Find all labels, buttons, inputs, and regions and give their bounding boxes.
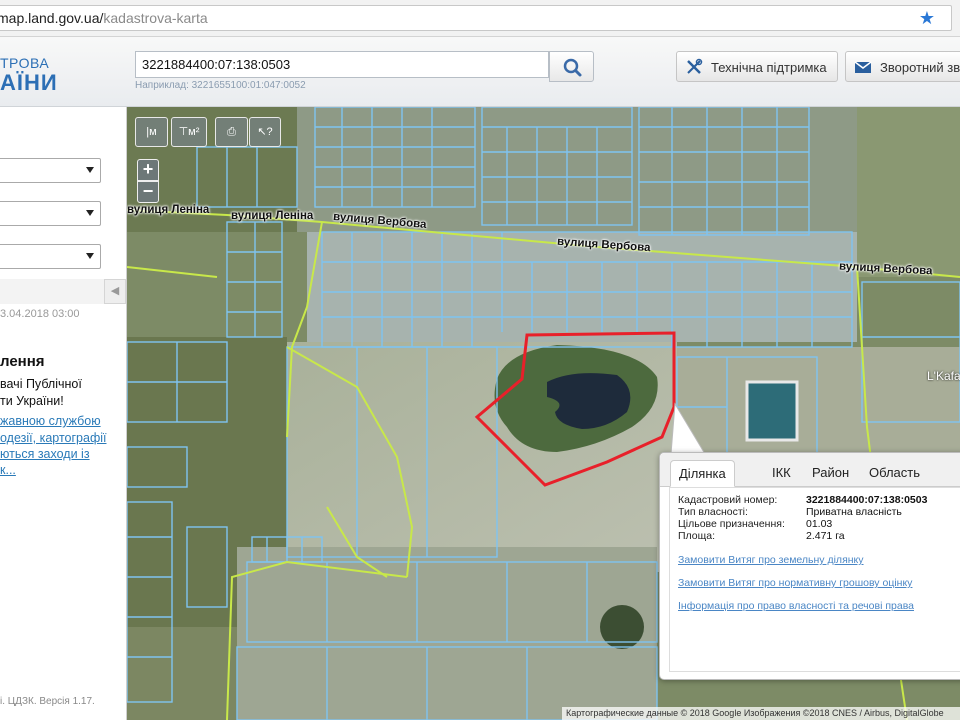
logo-text-top: ТРОВА xyxy=(0,55,50,71)
ownership-type-label: Тип власності: xyxy=(678,506,748,518)
print-button[interactable]: ⎙ xyxy=(215,117,248,147)
measure-area-button[interactable]: ⊤м² xyxy=(171,117,207,147)
url-domain: map.land.gov.ua/ xyxy=(0,10,104,26)
order-parcel-extract-link[interactable]: Замовити Витяг про земельну ділянку xyxy=(678,554,864,566)
feedback-button[interactable]: Зворотний зв' xyxy=(845,51,960,82)
purpose-label: Цільове призначення: xyxy=(678,518,785,530)
cadastral-number-value: 3221884400:07:138:0503 xyxy=(806,494,928,506)
notice-link[interactable]: жавною службою xyxy=(0,414,101,428)
logo-text-bottom: АЇНИ xyxy=(0,70,58,95)
search-example-hint: Наприклад: 3221655100:01:047:0052 xyxy=(135,80,306,91)
data-updated-date: 3.04.2018 03:00 xyxy=(0,308,80,320)
envelope-icon xyxy=(854,61,872,73)
site-header: ТРОВА АЇНИ 3221884400:07:138:0503 Наприк… xyxy=(0,37,960,107)
cursor-question-icon: ↖? xyxy=(257,126,273,138)
street-label: вулиця Леніна xyxy=(127,204,210,216)
notice-link[interactable]: одезії, картографії xyxy=(0,431,106,445)
tab-district[interactable]: Район xyxy=(804,460,857,487)
tech-support-label: Технічна підтримка xyxy=(711,60,827,75)
panel-toolbar-strip xyxy=(0,279,104,304)
notice-text-line: вачі Публічної xyxy=(0,377,82,391)
area-label: Площа: xyxy=(678,530,716,542)
search-button[interactable] xyxy=(549,51,594,82)
printer-icon: ⎙ xyxy=(227,126,236,138)
chevron-down-icon xyxy=(86,253,94,259)
measure-distance-button[interactable]: |м xyxy=(135,117,168,147)
chevron-down-icon xyxy=(86,210,94,216)
zoom-in-button[interactable]: + xyxy=(137,159,159,181)
chevron-down-icon xyxy=(86,167,94,173)
tab-region[interactable]: Область xyxy=(861,460,928,487)
browser-toolbar: map.land.gov.ua/kadastrova-karta ★ xyxy=(0,0,960,37)
notice-title: лення xyxy=(0,353,45,370)
ownership-type-value: Приватна власність xyxy=(806,506,902,518)
left-sidebar: ◀ 3.04.2018 03:00 лення вачі Публічної т… xyxy=(0,107,127,720)
address-bar[interactable]: map.land.gov.ua/kadastrova-karta ★ xyxy=(0,5,952,31)
tab-parcel[interactable]: Ділянка xyxy=(670,460,735,487)
street-label: вулиця Леніна xyxy=(231,210,314,222)
url-path: kadastrova-karta xyxy=(103,10,208,26)
popup-pointer xyxy=(670,402,706,455)
map-toolbar: |м ⊤м² ⎙ ↖? xyxy=(135,117,281,149)
area-icon: ⊤ xyxy=(178,126,189,138)
layer-select-3[interactable] xyxy=(0,244,101,269)
popup-content: Кадастровий номер: 3221884400:07:138:050… xyxy=(669,487,960,672)
purpose-value: 01.03 xyxy=(806,518,833,530)
order-valuation-extract-link[interactable]: Замовити Витяг про нормативну грошову оц… xyxy=(678,577,912,589)
ownership-info-link[interactable]: Інформація про право власності та речові… xyxy=(678,600,914,612)
cadastral-search-input[interactable]: 3221884400:07:138:0503 xyxy=(135,51,549,78)
tech-support-button[interactable]: Технічна підтримка xyxy=(676,51,838,82)
info-cursor-button[interactable]: ↖? xyxy=(249,117,281,147)
bookmark-star-icon[interactable]: ★ xyxy=(919,9,935,27)
map-attribution: Картографические данные © 2018 Google Из… xyxy=(562,707,960,720)
place-label: L'Kafa xyxy=(927,369,960,383)
zoom-out-button[interactable]: − xyxy=(137,181,159,203)
notice-link[interactable]: к... xyxy=(0,463,16,477)
footer-version: і. ЦДЗК. Версія 1.17. xyxy=(0,696,95,707)
notice-link[interactable]: ються заходи із xyxy=(0,447,90,461)
chevron-left-icon: ◀ xyxy=(110,285,120,297)
cadastral-map[interactable]: |м ⊤м² ⎙ ↖? + − вулиця Леніна вулиця Лен… xyxy=(127,107,960,720)
layer-select-2[interactable] xyxy=(0,201,101,226)
parcel-info-popup: Ділянка ІКК Район Область Кадастровий но… xyxy=(659,452,960,680)
notice-text-line: ти України! xyxy=(0,394,64,408)
tools-icon xyxy=(687,58,703,74)
search-icon xyxy=(563,58,582,77)
collapse-panel-button[interactable]: ◀ xyxy=(104,279,126,304)
layer-select-1[interactable] xyxy=(0,158,101,183)
tab-ikk[interactable]: ІКК xyxy=(764,460,799,487)
area-value: 2.471 га xyxy=(806,530,845,542)
feedback-label: Зворотний зв' xyxy=(880,60,960,75)
popup-tabs: Ділянка ІКК Район Область xyxy=(660,453,960,487)
cadastral-number-label: Кадастровий номер: xyxy=(678,494,778,506)
